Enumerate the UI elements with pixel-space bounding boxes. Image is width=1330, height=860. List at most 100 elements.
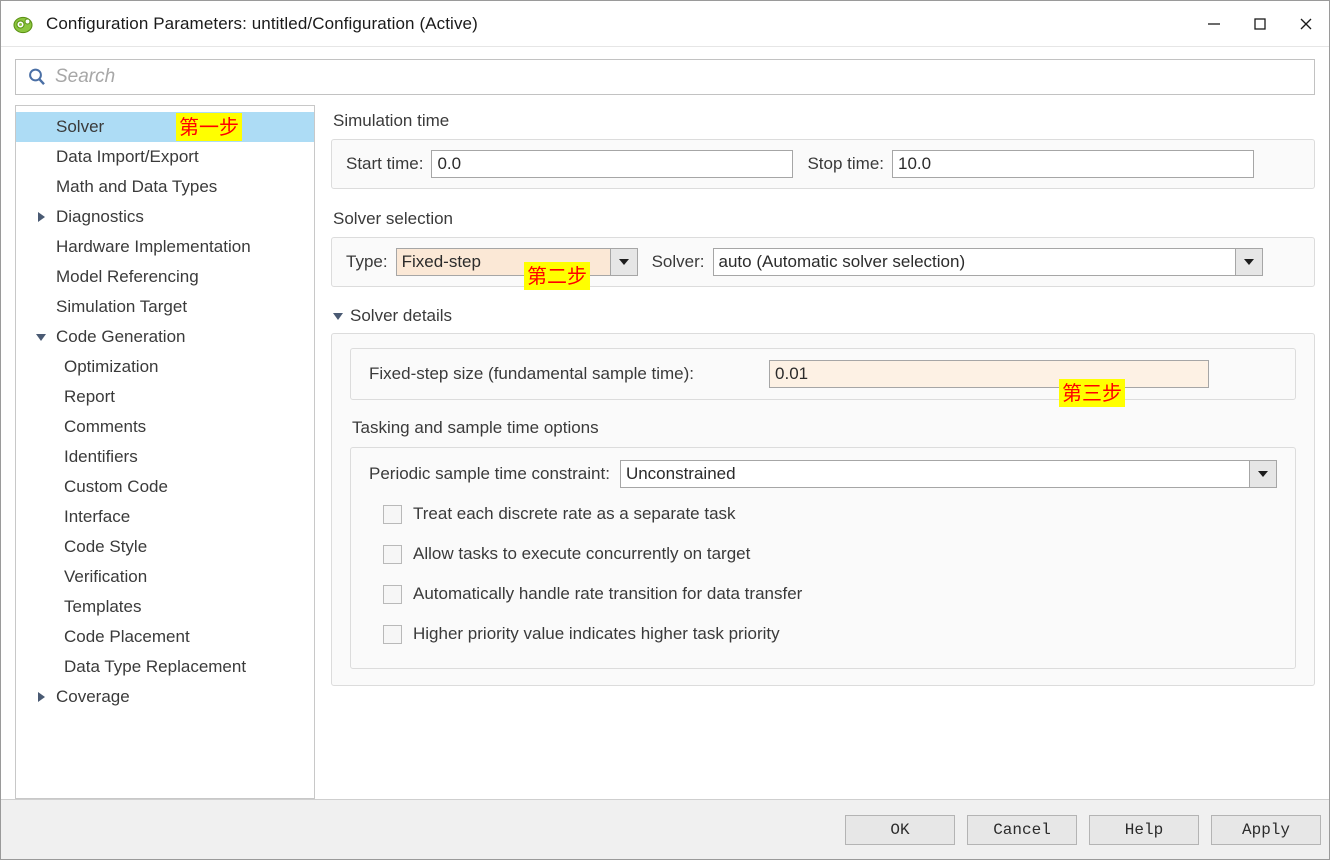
sidebar-item-label: Code Placement: [64, 627, 190, 646]
cancel-button[interactable]: Cancel: [967, 814, 1077, 845]
chevron-right-icon[interactable]: [28, 692, 54, 702]
solver-value: auto (Automatic solver selection): [718, 252, 966, 271]
start-time-label: Start time:: [346, 154, 424, 173]
solver-type-dropdown-button[interactable]: [609, 249, 637, 275]
periodic-sample-time-dropdown-button[interactable]: [1249, 461, 1276, 487]
configuration-parameters-window: Configuration Parameters: untitled/Confi…: [0, 0, 1330, 860]
checkbox-label: Higher priority value indicates higher t…: [413, 624, 780, 643]
dialog-body: Solver Data Import/Export Math and Data Ty…: [1, 105, 1329, 799]
sidebar-item-hardware-implementation[interactable]: Hardware Implementation: [16, 232, 314, 262]
sidebar-item-label: Comments: [64, 417, 147, 436]
checkbox-label: Treat each discrete rate as a separate t…: [413, 504, 736, 523]
tasking-checkbox-list: Treat each discrete rate as a separate t…: [369, 494, 1277, 654]
sidebar-item-label: Data Type Replacement: [64, 657, 247, 676]
search-box[interactable]: [15, 59, 1315, 95]
chevron-right-icon[interactable]: [28, 212, 54, 222]
checkbox-row[interactable]: Allow tasks to execute concurrently on t…: [383, 534, 1277, 574]
solver-type-combo[interactable]: Fixed-step: [395, 248, 638, 276]
sidebar-item-label: Code Style: [64, 537, 148, 556]
periodic-sample-time-label: Periodic sample time constraint:: [369, 464, 610, 483]
chevron-right-icon: [37, 692, 45, 702]
sidebar-item-solver[interactable]: Solver: [16, 112, 314, 142]
sidebar-item-data-type-replacement[interactable]: Data Type Replacement: [16, 652, 314, 682]
solver-label: Solver:: [651, 252, 705, 271]
solver-combo[interactable]: auto (Automatic solver selection): [712, 248, 1263, 276]
sidebar-item-simulation-target[interactable]: Simulation Target: [16, 292, 314, 322]
sidebar-item-code-placement[interactable]: Code Placement: [16, 622, 314, 652]
solver-dropdown-button[interactable]: [1234, 249, 1262, 275]
annotation-step-2: 第二步: [524, 262, 590, 290]
window-controls: [1191, 1, 1329, 47]
checkbox-row[interactable]: Automatically handle rate transition for…: [383, 574, 1277, 614]
sidebar-item-templates[interactable]: Templates: [16, 592, 314, 622]
start-time-field[interactable]: 0.0: [431, 150, 794, 178]
settings-tree[interactable]: Solver Data Import/Export Math and Data Ty…: [15, 105, 315, 799]
checkbox-row[interactable]: Treat each discrete rate as a separate t…: [383, 494, 1277, 534]
chevron-down-icon: [1258, 471, 1268, 477]
chevron-down-icon: [618, 259, 629, 265]
sidebar-item-report[interactable]: Report: [16, 382, 314, 412]
search-icon: [29, 68, 45, 86]
checkbox-icon[interactable]: [383, 544, 402, 564]
solver-details-title: Solver details: [350, 306, 453, 325]
sidebar-item-math-and-data-types[interactable]: Math and Data Types: [16, 172, 314, 202]
sidebar-item-coverage[interactable]: Coverage: [16, 682, 314, 712]
stop-time-field[interactable]: 10.0: [892, 150, 1255, 178]
sidebar-item-label: Hardware Implementation: [56, 237, 251, 256]
sidebar-item-custom-code[interactable]: Custom Code: [16, 472, 314, 502]
annotation-step-3: 第三步: [1059, 379, 1125, 407]
sidebar-item-label: Optimization: [64, 357, 159, 376]
sidebar-item-label: Diagnostics: [56, 207, 144, 226]
checkbox-icon[interactable]: [383, 584, 402, 604]
annotation-step-1: 第一步: [176, 113, 242, 141]
sidebar-item-model-referencing[interactable]: Model Referencing: [16, 262, 314, 292]
sidebar-item-label: Report: [64, 387, 116, 406]
sidebar-item-label: Verification: [64, 567, 148, 586]
sidebar-item-optimization[interactable]: Optimization: [16, 352, 314, 382]
fixed-step-size-label: Fixed-step size (fundamental sample time…: [369, 364, 695, 383]
simulation-time-panel: Start time: 0.0 Stop time: 10.0: [331, 139, 1315, 189]
periodic-sample-time-combo[interactable]: Unconstrained: [619, 460, 1277, 488]
maximize-button[interactable]: [1237, 1, 1283, 47]
ok-button[interactable]: OK: [845, 814, 955, 845]
help-button[interactable]: Help: [1089, 814, 1199, 845]
chevron-right-icon: [37, 212, 45, 222]
chevron-down-icon[interactable]: [28, 333, 54, 341]
solver-details-disclosure[interactable]: Solver details: [333, 306, 1315, 326]
checkbox-icon[interactable]: [383, 504, 402, 524]
minimize-button[interactable]: [1191, 1, 1237, 47]
sidebar-item-verification[interactable]: Verification: [16, 562, 314, 592]
fixed-step-size-field[interactable]: 0.01: [769, 360, 1210, 388]
sidebar-item-label: Code Generation: [56, 327, 186, 346]
sidebar-item-code-style[interactable]: Code Style: [16, 532, 314, 562]
apply-button[interactable]: Apply: [1211, 814, 1321, 845]
close-button[interactable]: [1283, 1, 1329, 47]
sidebar-item-data-import-export[interactable]: Data Import/Export: [16, 142, 314, 172]
solver-pane: Simulation time Start time: 0.0 Stop tim…: [315, 105, 1315, 799]
checkbox-icon[interactable]: [383, 624, 402, 644]
chevron-down-icon: [1243, 259, 1254, 265]
sidebar-item-code-generation[interactable]: Code Generation: [16, 322, 314, 352]
tasking-options-panel: Periodic sample time constraint: Unconst…: [350, 447, 1296, 669]
periodic-sample-time-row: Periodic sample time constraint: Unconst…: [369, 460, 1277, 488]
sidebar-item-label: Model Referencing: [56, 267, 199, 286]
sidebar-item-comments[interactable]: Comments: [16, 412, 314, 442]
checkbox-label: Automatically handle rate transition for…: [413, 584, 803, 603]
sidebar-item-label: Identifiers: [64, 447, 138, 466]
sidebar-item-diagnostics[interactable]: Diagnostics: [16, 202, 314, 232]
sidebar-item-interface[interactable]: Interface: [16, 502, 314, 532]
search-input[interactable]: [55, 63, 1314, 91]
sidebar-item-identifiers[interactable]: Identifiers: [16, 442, 314, 472]
checkbox-row[interactable]: Higher priority value indicates higher t…: [383, 614, 1277, 654]
solver-type-label: Type:: [346, 252, 388, 271]
sidebar-item-label: Data Import/Export: [56, 147, 199, 166]
title-bar: Configuration Parameters: untitled/Confi…: [1, 1, 1329, 47]
sidebar-item-label: Solver: [56, 117, 105, 136]
tasking-options-title: Tasking and sample time options: [352, 418, 599, 437]
sidebar-item-label: Custom Code: [64, 477, 168, 496]
stop-time-label: Stop time:: [807, 154, 885, 173]
sidebar-item-label: Math and Data Types: [56, 177, 218, 196]
checkbox-label: Allow tasks to execute concurrently on t…: [413, 544, 751, 563]
chevron-down-icon: [333, 312, 343, 320]
solver-details-panel: Fixed-step size (fundamental sample time…: [331, 333, 1315, 686]
